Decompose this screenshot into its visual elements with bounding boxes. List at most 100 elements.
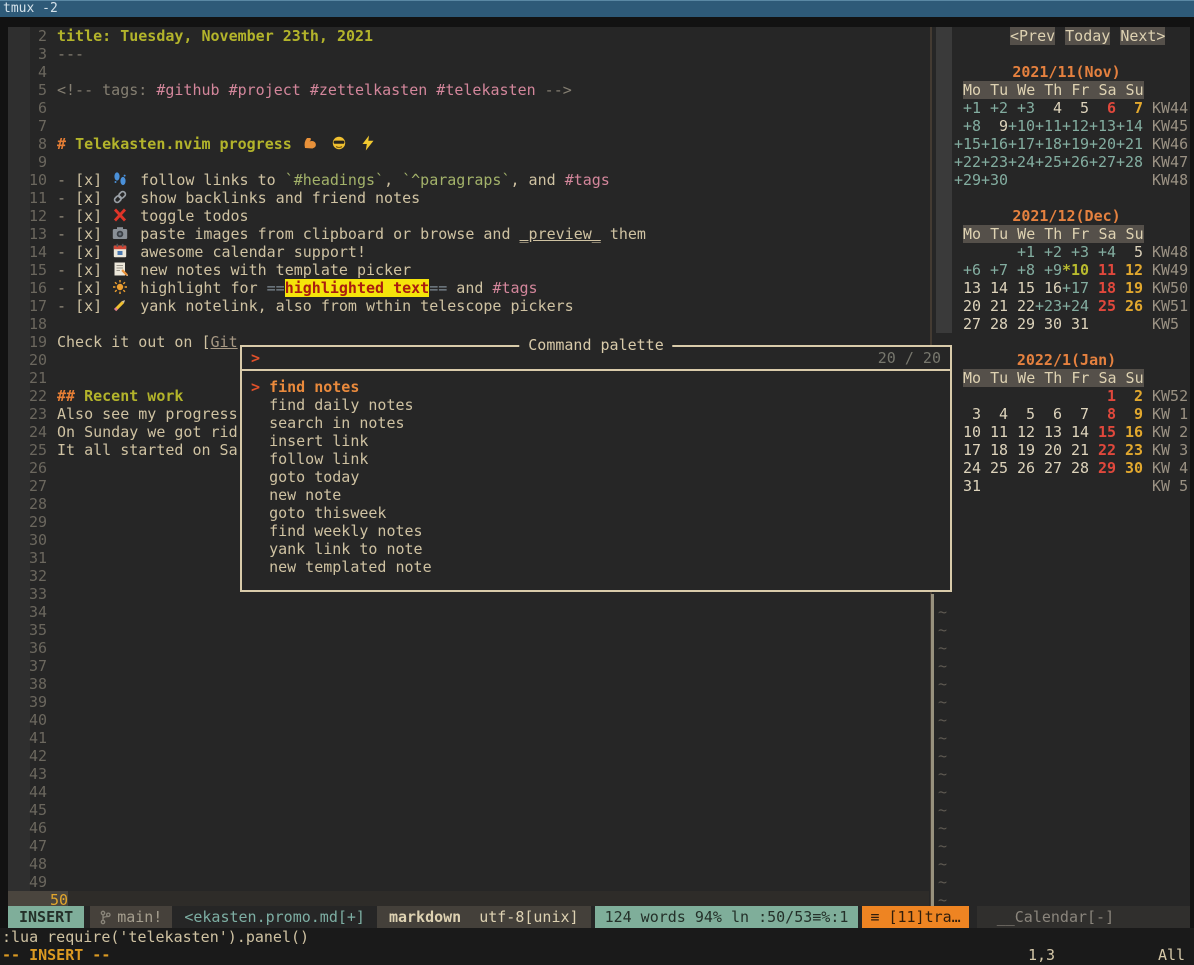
calendar-day[interactable]: 4 (1035, 99, 1062, 117)
editor-line[interactable]: 42 (29, 747, 929, 765)
calendar-day[interactable]: *10 (1062, 261, 1089, 279)
calendar-day[interactable]: 16 (1035, 279, 1062, 297)
calendar-day[interactable]: +17 (1062, 279, 1089, 297)
calendar-day[interactable]: 4 (981, 405, 1008, 423)
calendar-day[interactable]: +25 (1035, 153, 1062, 171)
calendar-day[interactable]: 29 (1089, 459, 1116, 477)
calendar-day[interactable]: 28 (981, 315, 1008, 333)
palette-item[interactable]: find daily notes (242, 396, 950, 414)
calendar-day[interactable]: +11 (1035, 117, 1062, 135)
editor-line[interactable]: 12- [x] toggle todos (29, 207, 929, 225)
palette-item[interactable]: > find notes (242, 378, 950, 396)
calendar-day[interactable]: +22 (954, 153, 981, 171)
editor-line[interactable]: 10- [x] follow links to `#headings`, `^p… (29, 171, 929, 189)
calendar-day[interactable]: 27 (954, 315, 981, 333)
editor-line[interactable]: 38 (29, 675, 929, 693)
editor-line[interactable]: 47 (29, 837, 929, 855)
editor-line[interactable]: 44 (29, 783, 929, 801)
calendar-day[interactable]: 9 (981, 117, 1008, 135)
calendar-day[interactable]: +21 (1116, 135, 1143, 153)
calendar-day[interactable]: 30 (1116, 459, 1143, 477)
calendar-day[interactable]: 10 (954, 423, 981, 441)
palette-item[interactable]: new templated note (242, 558, 950, 576)
calendar-day[interactable]: 11 (1089, 261, 1116, 279)
calendar-day[interactable]: +8 (954, 117, 981, 135)
editor-line[interactable]: 50 (29, 891, 929, 906)
scrollbar-thumb[interactable] (931, 594, 934, 906)
calendar-day[interactable]: +13 (1089, 117, 1116, 135)
editor-line[interactable]: 5<!-- tags: #github #project #zettelkast… (29, 81, 929, 99)
calendar-day[interactable]: 13 (1035, 423, 1062, 441)
palette-item[interactable]: insert link (242, 432, 950, 450)
palette-item[interactable]: new note (242, 486, 950, 504)
editor-line[interactable]: 46 (29, 819, 929, 837)
calendar-day[interactable]: 21 (981, 297, 1008, 315)
calendar-day[interactable]: +18 (1035, 135, 1062, 153)
editor-line[interactable]: 14- [x] awesome calendar support! (29, 243, 929, 261)
calendar-day[interactable]: 7 (1116, 99, 1143, 117)
editor-line[interactable]: 15- [x] new notes with template picker (29, 261, 929, 279)
calendar-day[interactable]: 17 (954, 441, 981, 459)
editor-line[interactable]: 3--- (29, 45, 929, 63)
calendar-day[interactable]: 18 (981, 441, 1008, 459)
calendar-day[interactable]: +3 (1008, 99, 1035, 117)
editor-line[interactable]: 39 (29, 693, 929, 711)
editor-line[interactable]: 17- [x] yank notelink, also from wthin t… (29, 297, 929, 315)
calendar-day[interactable]: +19 (1062, 135, 1089, 153)
editor-line[interactable]: 45 (29, 801, 929, 819)
command-line[interactable]: :lua require('telekasten').panel() (0, 928, 1194, 946)
editor-line[interactable]: 2title: Tuesday, November 23th, 2021 (29, 27, 929, 45)
editor-line[interactable]: 9 (29, 153, 929, 171)
calendar-day[interactable]: +1 (1008, 243, 1035, 261)
calendar-day[interactable]: +30 (981, 171, 1008, 189)
editor-line[interactable]: 41 (29, 729, 929, 747)
calendar-day[interactable]: 26 (1008, 459, 1035, 477)
calendar-day[interactable]: +24 (1008, 153, 1035, 171)
calendar-day[interactable]: 27 (1035, 459, 1062, 477)
editor-line[interactable]: 40 (29, 711, 929, 729)
editor-line[interactable]: 48 (29, 855, 929, 873)
calendar-day[interactable]: 7 (1062, 405, 1089, 423)
editor-line[interactable]: 16- [x] highlight for ==highlighted text… (29, 279, 929, 297)
calendar-day[interactable]: +9 (1035, 261, 1062, 279)
calendar-day[interactable]: +26 (1062, 153, 1089, 171)
calendar-day[interactable]: 24 (954, 459, 981, 477)
calendar-day[interactable]: 14 (1062, 423, 1089, 441)
calendar-day[interactable]: 30 (1035, 315, 1062, 333)
calendar-day[interactable]: +17 (1008, 135, 1035, 153)
calendar-day[interactable]: 1 (1089, 387, 1116, 405)
calendar-day[interactable]: 6 (1035, 405, 1062, 423)
calendar-day[interactable]: 3 (954, 405, 981, 423)
calendar-day[interactable]: +6 (954, 261, 981, 279)
calendar-day[interactable]: 22 (1089, 441, 1116, 459)
calendar-day[interactable]: +20 (1089, 135, 1116, 153)
calendar-day[interactable]: +2 (981, 99, 1008, 117)
calendar-day[interactable]: +27 (1089, 153, 1116, 171)
palette-item[interactable]: goto today (242, 468, 950, 486)
editor-line[interactable]: 8# Telekasten.nvim progress (29, 135, 929, 153)
calendar-day[interactable]: 19 (1008, 441, 1035, 459)
calendar-day[interactable]: 20 (954, 297, 981, 315)
calendar-day[interactable]: 18 (1089, 279, 1116, 297)
calendar-day[interactable]: +23 (981, 153, 1008, 171)
editor-line[interactable]: 18 (29, 315, 929, 333)
calendar-day[interactable]: +1 (954, 99, 981, 117)
editor-line[interactable]: 7 (29, 117, 929, 135)
tab-indicator-segment[interactable]: ≡ [11]tra… (862, 906, 968, 928)
calendar-day[interactable]: 12 (1008, 423, 1035, 441)
calendar-day[interactable]: +24 (1062, 297, 1089, 315)
calendar-day[interactable]: 19 (1116, 279, 1143, 297)
calendar-day[interactable]: 29 (1008, 315, 1035, 333)
calendar-day[interactable]: 26 (1116, 297, 1143, 315)
calendar-day[interactable]: 5 (1008, 405, 1035, 423)
palette-item[interactable]: find weekly notes (242, 522, 950, 540)
calendar-day[interactable]: 14 (981, 279, 1008, 297)
editor-line[interactable]: 6 (29, 99, 929, 117)
calendar-day[interactable]: 31 (1062, 315, 1089, 333)
calendar-day[interactable]: +23 (1035, 297, 1062, 315)
calendar-day[interactable]: +4 (1089, 243, 1116, 261)
calendar-day[interactable]: +14 (1116, 117, 1143, 135)
calendar-day[interactable]: 22 (1008, 297, 1035, 315)
editor-line[interactable]: 49 (29, 873, 929, 891)
palette-item[interactable]: follow link (242, 450, 950, 468)
